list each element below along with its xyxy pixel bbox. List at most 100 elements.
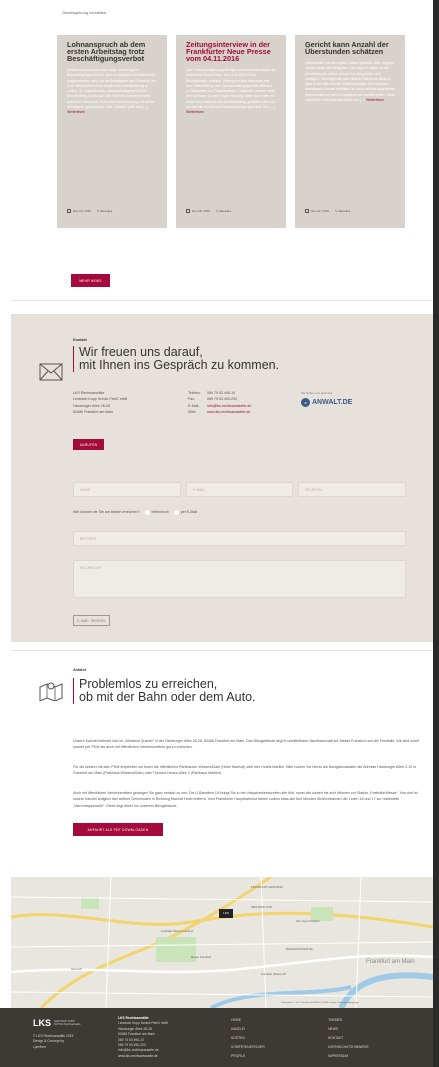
footer-logo-sub: LENTZSCH KOPP SCHICK Rechtsanwälte	[54, 1020, 81, 1026]
news-card-title[interactable]: Zeitungsinterview in der Frankfurter Neu…	[186, 41, 276, 62]
email-field[interactable]: E-MAIL	[186, 482, 293, 497]
divider	[11, 650, 433, 651]
footer-link-label: PROFILE	[231, 1054, 246, 1058]
map-label: FRANKFURT-WESTEND	[251, 885, 283, 889]
arrow-icon: ›	[325, 1036, 327, 1040]
contact-details: Telefon: 069 79 53 490-10 Fax: 069 79 53 4…	[188, 390, 251, 416]
phone-number[interactable]: 069 79 53 490-10	[207, 391, 235, 395]
anfahrt-paragraph: Für die Anfahrt mit dem PKW empfehlen wi…	[73, 765, 417, 776]
anwalt-logo[interactable]: a ANWALT.DE	[301, 398, 352, 407]
map-label: GALLUS	[71, 967, 83, 971]
news-card-meta: Nov 19, 2016 ✎ Aktuelles	[67, 209, 112, 213]
phone-field[interactable]: TELEFON	[298, 482, 406, 497]
web-link[interactable]: www.lks-rechtsanwaelte.de	[207, 410, 250, 414]
footer-link-profile[interactable]: › PROFILE	[228, 1052, 265, 1061]
footer-link-news[interactable]: › NEWS	[325, 1025, 369, 1034]
footer-web[interactable]: www.lks-rechtsanwaelte.de	[118, 1054, 168, 1059]
footer-link-kontakt[interactable]: › KONTAKT	[325, 1034, 369, 1043]
anwalt-icon: a	[301, 398, 310, 407]
call-button[interactable]: ANRUFEN	[73, 439, 104, 450]
contact-headline: Wir freuen uns darauf, mit Ihnen ins Ges…	[73, 346, 403, 372]
footer-link-datenschutz[interactable]: › DATENSCHUTZHINWEISE	[325, 1043, 369, 1052]
news-card-category[interactable]: Aktuelles	[338, 209, 350, 213]
footer-link-kanzlei[interactable]: › KANZLEI	[228, 1025, 265, 1034]
contact-preference-question: Wie können wir Sie am besten erreichen?	[73, 510, 140, 514]
anwalt-logo-text: ANWALT.DE	[312, 399, 353, 406]
read-more-link[interactable]: Weiterlesen	[366, 98, 384, 102]
map-label: Festhalle Messe Frankfurt	[161, 929, 194, 933]
contact-address: LKS Rechtsanwälte Lentzsch Kopp Schick P…	[73, 390, 127, 416]
fax-number: 069 79 53 490-200	[207, 397, 238, 402]
arrow-icon: ›	[325, 1045, 327, 1049]
footer-address: LKS Rechtsanwälte Lentzsch Kopp Schick P…	[118, 1016, 168, 1059]
map-attribution[interactable]: Kartendaten © 2017 GeoBasis-DE/BKG (©200…	[281, 1002, 359, 1004]
news-card-excerpt: Überstunden werden täglich zuhauf geleis…	[305, 61, 395, 103]
news-card-excerpt: Selbst wenn noch vor dem ersten Arbeitst…	[67, 68, 156, 110]
news-card-category[interactable]: Aktuelles	[219, 209, 231, 213]
designer-logo[interactable]: i-perform	[33, 1045, 73, 1050]
footer-link-label: KOMPETENZFELDER	[231, 1045, 265, 1049]
footer-link-label: THEMEN	[328, 1018, 343, 1022]
arrow-icon: ›	[325, 1027, 327, 1031]
radio-phone[interactable]	[144, 509, 150, 515]
google-map[interactable]: LKS FRANKFURT-WESTEND WESTEND-SÜD Alte O…	[11, 877, 433, 1008]
contact-preference: Wie können wir Sie am besten erreichen? …	[73, 509, 197, 515]
footer-link-label: KANZLEI	[231, 1027, 245, 1031]
pencil-icon: ✎	[96, 208, 100, 213]
map-label: Alte Oper Frankfurt	[296, 919, 320, 923]
arrow-icon: ›	[228, 1027, 230, 1031]
news-card-meta: Nov 02, 2016 ✎ Aktuelles	[305, 209, 350, 213]
anfahrt-paragraph: Unsere Kanzlei befindet sich im „Westend…	[73, 739, 419, 750]
send-email-button[interactable]: E-MAIL SENDEN	[73, 615, 110, 626]
contact-kicker: Kontakt	[73, 338, 87, 342]
contact-label: Web:	[188, 410, 197, 415]
arrow-icon: ›	[228, 1018, 230, 1022]
news-card-body: Überstunden werden täglich zuhauf geleis…	[305, 61, 395, 103]
email-link[interactable]: info@lks-rechtsanwaelte.de	[207, 404, 251, 408]
download-pdf-button[interactable]: ANFAHRT ALS PDF DOWNLOADEN	[73, 823, 163, 836]
map-label: Frankfurt am Main	[366, 959, 415, 965]
footer-link-home[interactable]: › HOME	[228, 1016, 265, 1025]
news-card[interactable]: Lohnanspruch ab dem ersten Arbeitstag tr…	[57, 35, 167, 228]
address-line: 60486 Frankfurt am Main	[73, 410, 114, 415]
news-card-body: Zum Thema vorgebungspflichtige Arbeitsze…	[186, 68, 276, 116]
message-field[interactable]: NACHRICHT	[73, 560, 406, 598]
footer-link-themen[interactable]: › THEMEN	[325, 1016, 369, 1025]
footer-logo-text: LKS	[33, 1018, 51, 1028]
read-more-link[interactable]: Weiterlesen	[67, 110, 85, 114]
news-card-title[interactable]: Gericht kann Anzahl der Überstunden schä…	[305, 41, 395, 55]
more-news-button[interactable]: MEHR NEWS	[71, 274, 110, 287]
footer-logo[interactable]: LKS LENTZSCH KOPP SCHICK Rechtsanwälte	[33, 1018, 84, 1028]
footer: LKS LENTZSCH KOPP SCHICK Rechtsanwälte ©…	[0, 1008, 439, 1067]
radio-phone-label[interactable]: telefonisch	[152, 510, 169, 514]
footer-link-kompetenzfelder[interactable]: › KOMPETENZFELDER	[228, 1043, 265, 1052]
scrollbar[interactable]	[433, 0, 439, 1067]
map-tiles	[11, 877, 433, 1008]
map-marker[interactable]: LKS	[219, 909, 233, 918]
calendar-icon	[186, 209, 190, 213]
news-grid: Lohnanspruch ab dem ersten Arbeitstag tr…	[57, 35, 406, 228]
news-card[interactable]: Zeitungsinterview in der Frankfurter Neu…	[176, 35, 286, 228]
pencil-icon: ✎	[334, 208, 338, 213]
news-card-category[interactable]: Aktuelles	[100, 209, 112, 213]
footer-link-label: KONTAKT	[328, 1036, 344, 1040]
intro-text: Gesetzgebung vorstellen.	[62, 10, 108, 15]
page: Gesetzgebung vorstellen. Lohnanspruch ab…	[0, 0, 439, 1067]
read-more-link[interactable]: Weiterlesen	[186, 110, 204, 114]
name-field[interactable]: NAME	[73, 482, 181, 497]
footer-link-kosten[interactable]: › KOSTEN	[228, 1034, 265, 1043]
radio-email-label[interactable]: per E-Mail	[181, 510, 197, 514]
news-card[interactable]: Gericht kann Anzahl der Überstunden schä…	[295, 35, 405, 228]
radio-email[interactable]	[173, 509, 179, 515]
news-card-date: Nov 02, 2016	[311, 208, 329, 213]
anfahrt-kicker: Anfahrt	[73, 668, 87, 672]
news-card-body: Selbst wenn noch vor dem ersten Arbeitst…	[67, 68, 157, 116]
contact-headline-line: mit Ihnen ins Gespräch zu kommen.	[79, 358, 280, 372]
footer-link-impressum[interactable]: › IMPRESSUM	[325, 1052, 369, 1061]
map-label: Messe Frankfurt	[191, 955, 212, 959]
news-card-title[interactable]: Lohnanspruch ab dem ersten Arbeitstag tr…	[67, 41, 157, 62]
address-line: Lentzsch Kopp Schick PartG mbB	[73, 397, 128, 402]
news-card-meta: Nov 08, 2016 ✎ Aktuelles	[186, 209, 231, 213]
subject-field[interactable]: BETREFF	[73, 531, 406, 546]
arrow-icon: ›	[228, 1054, 230, 1058]
